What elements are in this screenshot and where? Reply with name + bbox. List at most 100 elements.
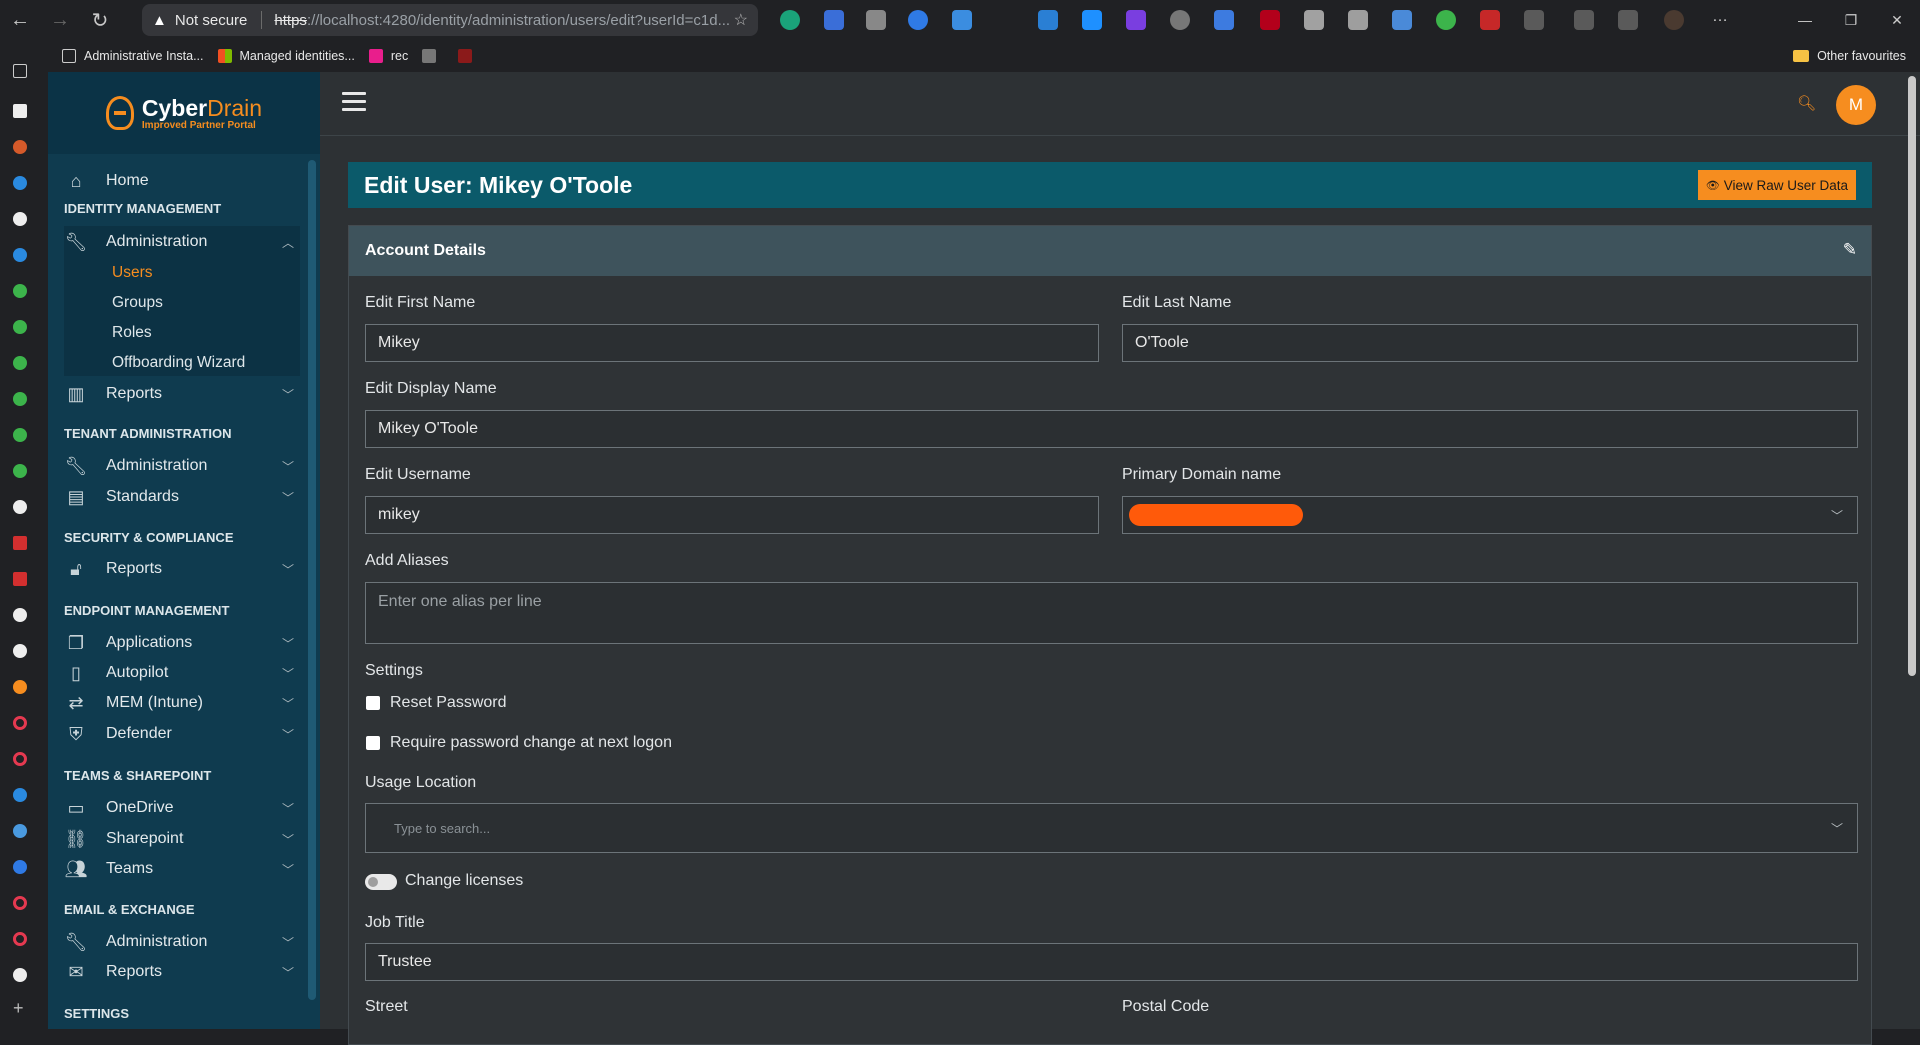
- bookmark-item[interactable]: [422, 49, 444, 63]
- restore-icon[interactable]: ❐: [1828, 0, 1874, 40]
- other-favourites[interactable]: Other favourites: [1793, 49, 1906, 63]
- sidebar-item-defender[interactable]: ⛨ Defender ﹀: [64, 719, 300, 749]
- extension-icon[interactable]: [1260, 10, 1280, 30]
- tab-icon[interactable]: [13, 356, 27, 370]
- tab-icon[interactable]: [13, 284, 27, 298]
- extensions-puzzle-icon[interactable]: [1524, 10, 1544, 30]
- extension-icon[interactable]: [1170, 10, 1190, 30]
- tab-icon[interactable]: [13, 788, 27, 802]
- bookmark-item[interactable]: Managed identities...: [217, 49, 355, 63]
- sidebar-item-mem-intune[interactable]: ⇄ MEM (Intune) ﹀: [64, 688, 300, 718]
- sidebar-item-applications[interactable]: ❐ Applications ﹀: [64, 628, 300, 658]
- tab-icon[interactable]: [13, 932, 27, 946]
- tab-icon[interactable]: [13, 716, 27, 730]
- tab-icon[interactable]: [13, 968, 27, 982]
- tab-icon[interactable]: [13, 572, 27, 586]
- more-menu-icon[interactable]: …: [1710, 9, 1730, 30]
- sidebar-item-autopilot[interactable]: ▯ Autopilot ﹀: [64, 658, 300, 688]
- address-bar[interactable]: ▲ Not secure https://localhost:4280/iden…: [142, 4, 758, 36]
- extension-icon[interactable]: [1082, 10, 1102, 30]
- view-raw-user-data-button[interactable]: 👁︎ View Raw User Data: [1697, 170, 1856, 200]
- tab-icon[interactable]: [13, 392, 27, 406]
- extension-icon[interactable]: [866, 10, 886, 30]
- tab-icon[interactable]: [13, 608, 27, 622]
- minimize-icon[interactable]: —: [1782, 0, 1828, 40]
- bookmark-item[interactable]: [458, 49, 480, 63]
- extension-icon[interactable]: [824, 10, 844, 30]
- tab-icon[interactable]: [13, 644, 27, 658]
- sidebar-subitem-offboarding-wizard[interactable]: Offboarding Wizard: [112, 354, 245, 372]
- back-icon[interactable]: ←: [0, 0, 40, 40]
- sidebar-subitem-groups[interactable]: Groups: [112, 294, 163, 312]
- profile-avatar[interactable]: [1664, 10, 1684, 30]
- tab-icon[interactable]: [13, 212, 27, 226]
- reload-icon[interactable]: ↻: [80, 0, 120, 40]
- extension-icon[interactable]: [952, 10, 972, 30]
- close-icon[interactable]: ✕: [1874, 0, 1920, 40]
- tab-icon[interactable]: [13, 176, 27, 190]
- sidebar-item-home[interactable]: ⌂ Home: [64, 166, 300, 196]
- tab-icon[interactable]: [13, 896, 27, 910]
- first-name-field[interactable]: Mikey: [365, 324, 1099, 362]
- tab-icon[interactable]: [13, 824, 27, 838]
- tab-icon[interactable]: [13, 860, 27, 874]
- primary-domain-select[interactable]: ﹀: [1122, 496, 1858, 534]
- usage-location-select[interactable]: Type to search... ﹀: [365, 803, 1858, 853]
- sidebar-item-teams[interactable]: 👥︎ Teams ﹀: [64, 854, 300, 884]
- username-field[interactable]: mikey: [365, 496, 1099, 534]
- extension-icon[interactable]: [1214, 10, 1234, 30]
- tab-icon[interactable]: [13, 320, 27, 334]
- edit-icon[interactable]: ✎: [1843, 240, 1857, 260]
- sidebar-subitem-users[interactable]: Users: [112, 264, 152, 282]
- tab-icon[interactable]: [13, 428, 27, 442]
- job-title-field[interactable]: Trustee: [365, 943, 1858, 981]
- tab-icon[interactable]: [13, 464, 27, 478]
- tab-icon[interactable]: [13, 752, 27, 766]
- display-name-field[interactable]: Mikey O'Toole: [365, 410, 1858, 448]
- url-text[interactable]: https://localhost:4280/identity/administ…: [274, 12, 730, 29]
- favorite-star-icon[interactable]: ☆: [734, 10, 748, 30]
- active-tab-icon[interactable]: [13, 680, 27, 694]
- sidebar-item-identity-administration[interactable]: 🔧︎ Administration ︿: [64, 227, 300, 257]
- cyberdrain-logo[interactable]: CyberDrain Improved Partner Portal: [48, 72, 320, 154]
- extension-icon[interactable]: [1126, 10, 1146, 30]
- sidebar-item-security-reports[interactable]: 🔓︎ Reports ﹀: [64, 554, 300, 584]
- search-icon[interactable]: 🔍︎: [1797, 94, 1816, 112]
- tab-icon[interactable]: [13, 64, 27, 78]
- reset-password-checkbox[interactable]: Reset Password: [366, 694, 507, 712]
- sidebar-item-tenant-administration[interactable]: 🔧︎ Administration ﹀: [64, 451, 300, 481]
- tab-icon[interactable]: [13, 536, 27, 550]
- avatar[interactable]: M: [1836, 85, 1876, 125]
- sidebar-item-sharepoint[interactable]: ⛓︎ Sharepoint ﹀: [64, 824, 300, 854]
- forward-icon[interactable]: →: [40, 0, 80, 40]
- extension-icon[interactable]: [1436, 10, 1456, 30]
- tab-icon[interactable]: [13, 140, 27, 154]
- extension-icon[interactable]: [1348, 10, 1368, 30]
- checkbox-box[interactable]: [366, 736, 380, 750]
- extension-icon[interactable]: [780, 10, 800, 30]
- last-name-field[interactable]: O'Toole: [1122, 324, 1858, 362]
- sidebar-item-standards[interactable]: ▤ Standards ﹀: [64, 482, 300, 512]
- collections-icon[interactable]: [1618, 10, 1638, 30]
- sidebar-item-email-reports[interactable]: ✉ Reports ﹀: [64, 957, 300, 987]
- aliases-textarea[interactable]: Enter one alias per line: [365, 582, 1858, 644]
- sidebar-item-onedrive[interactable]: ▭ OneDrive ﹀: [64, 793, 300, 823]
- sidebar-item-identity-reports[interactable]: ▥ Reports ﹀: [64, 379, 300, 409]
- page-scrollbar[interactable]: [1908, 76, 1916, 676]
- tab-icon[interactable]: [13, 500, 27, 514]
- extension-icon[interactable]: [1304, 10, 1324, 30]
- bookmark-item[interactable]: rec: [368, 49, 408, 63]
- extension-icon[interactable]: [1480, 10, 1500, 30]
- extension-icon[interactable]: [1038, 10, 1058, 30]
- extension-icon[interactable]: [908, 10, 928, 30]
- change-licenses-toggle[interactable]: [365, 874, 397, 890]
- tab-icon[interactable]: [13, 248, 27, 262]
- favorites-icon[interactable]: [1574, 10, 1594, 30]
- hamburger-menu-icon[interactable]: [342, 92, 366, 116]
- sidebar-subitem-roles[interactable]: Roles: [112, 324, 152, 342]
- sidebar-item-email-administration[interactable]: 🔧︎ Administration ﹀: [64, 927, 300, 957]
- checkbox-box[interactable]: [366, 696, 380, 710]
- tab-icon[interactable]: [13, 104, 27, 118]
- new-tab-icon[interactable]: +: [13, 999, 27, 1017]
- sidebar-scrollbar[interactable]: [308, 160, 316, 1000]
